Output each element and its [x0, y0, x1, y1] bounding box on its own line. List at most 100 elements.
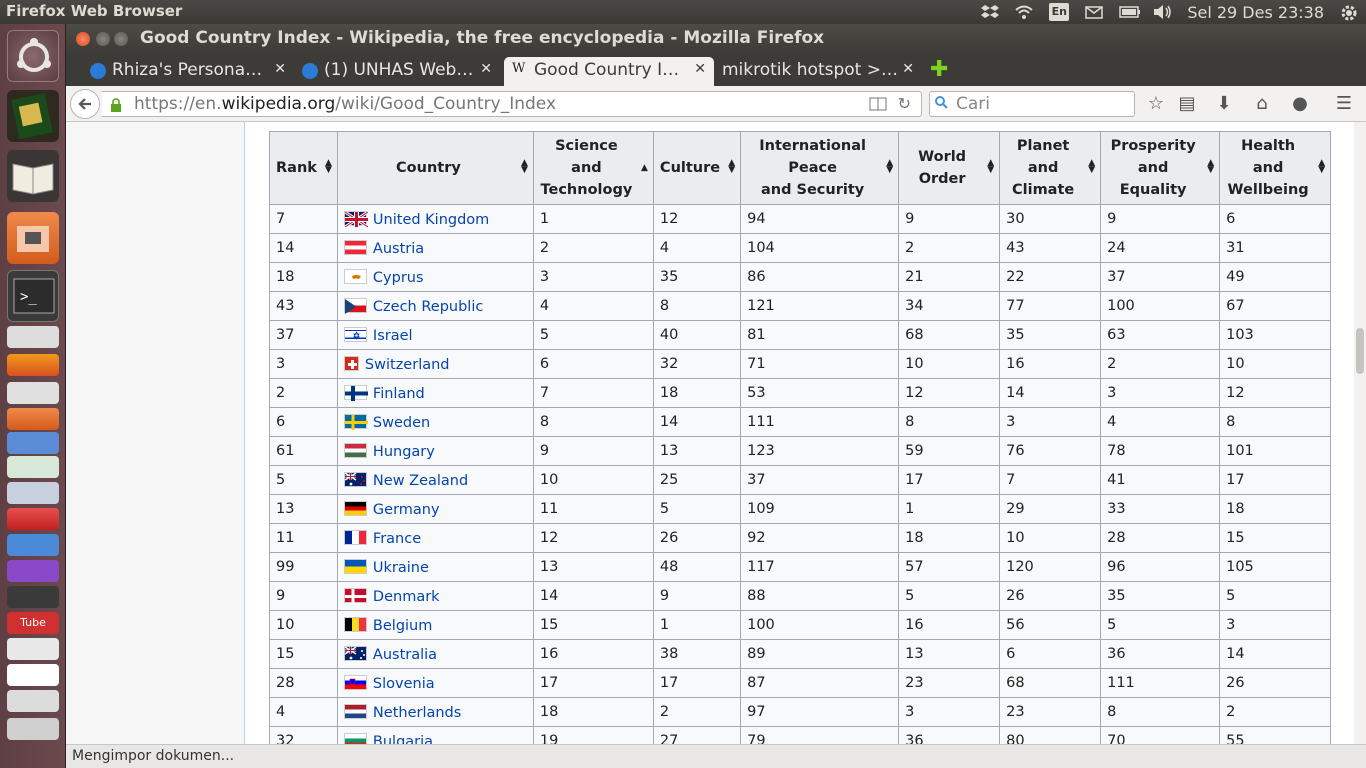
indicator-area: En Sel 29 Des 23:38 — [981, 2, 1358, 22]
trash-icon[interactable] — [7, 718, 59, 740]
clock[interactable]: Sel 29 Des 23:38 — [1187, 3, 1324, 22]
country-link[interactable]: Australia — [373, 647, 437, 663]
back-button[interactable] — [70, 89, 100, 119]
country-link[interactable]: New Zealand — [373, 473, 468, 489]
download-icon[interactable]: ⬇ — [1214, 94, 1234, 114]
url-path: /wiki/Good_Country_Index — [335, 94, 557, 114]
country-link[interactable]: Czech Republic — [373, 299, 483, 315]
volume-icon[interactable] — [1153, 4, 1172, 20]
tab-good-country-index[interactable]: W Good Country I… ✕ — [504, 57, 714, 86]
tab-unhas[interactable]: (1) UNHAS Web… ✕ — [294, 57, 500, 86]
country-link[interactable]: Belgium — [373, 618, 432, 634]
status-text: Mengimpor dokumen... — [72, 748, 235, 764]
spreadsheet-icon[interactable] — [7, 456, 59, 478]
sort-icon[interactable]: ▲ ▼ — [325, 159, 332, 175]
app-icon-purple[interactable] — [7, 560, 59, 582]
chat-icon[interactable]: ● — [1290, 94, 1310, 114]
search-input[interactable]: Cari — [929, 91, 1135, 117]
battery-icon[interactable] — [1119, 4, 1141, 20]
dash-home-button[interactable] — [7, 30, 59, 82]
app-icon-grey[interactable] — [7, 638, 59, 660]
country-link[interactable]: Ukraine — [373, 560, 429, 576]
tab-mikrotik[interactable]: mikrotik hotspot >… ✕ — [712, 57, 922, 86]
sort-icon[interactable]: ▲ ▼ — [1207, 159, 1214, 175]
country-link[interactable]: United Kingdom — [373, 212, 489, 228]
reading-list-icon[interactable]: ▤ — [1177, 94, 1197, 114]
drive-icon[interactable] — [7, 690, 59, 712]
home-icon[interactable]: ⌂ — [1252, 94, 1272, 114]
close-icon[interactable]: ✕ — [694, 61, 706, 77]
youtube-icon[interactable]: Tube — [7, 612, 59, 634]
camera-app-icon[interactable] — [7, 664, 59, 686]
country-link[interactable]: Sweden — [373, 415, 430, 431]
column-header[interactable]: International Peace and Security ▲ ▼ — [740, 131, 900, 205]
country-link[interactable]: Germany — [373, 502, 440, 518]
screenshot-tool-icon[interactable] — [7, 432, 59, 454]
files-icon[interactable] — [7, 212, 59, 264]
close-icon[interactable]: ✕ — [902, 61, 914, 77]
column-header[interactable]: Health and Wellbeing ▲ ▼ — [1219, 131, 1332, 205]
close-icon[interactable]: ✕ — [480, 61, 492, 77]
sort-icon[interactable]: ▲ ▼ — [1318, 159, 1325, 175]
country-link[interactable]: Netherlands — [373, 705, 461, 721]
table-row: 99 Ukraine 13 48 117 57 120 96 105 — [269, 552, 1332, 582]
keyboard-layout-indicator[interactable]: En — [1049, 3, 1070, 21]
country-link[interactable]: Denmark — [373, 589, 440, 605]
sort-icon[interactable]: ▲ ▼ — [1088, 159, 1095, 175]
table-row: 9 Denmark 14 9 88 5 26 35 5 — [269, 581, 1332, 611]
tab-rhiza[interactable]: Rhiza's Persona… ✕ — [82, 57, 294, 86]
sci-cell: 15 — [532, 610, 654, 640]
new-tab-plus-icon[interactable]: ✚ — [930, 57, 948, 82]
software-center-icon[interactable] — [7, 382, 59, 404]
column-header[interactable]: Planet and Climate ▲ ▼ — [999, 131, 1102, 205]
country-link[interactable]: Cyprus — [373, 270, 424, 286]
app-icon-blue[interactable] — [7, 534, 59, 556]
terminal-icon[interactable]: >_ — [7, 270, 59, 322]
column-header[interactable]: Science and Technology ▲ — [532, 131, 654, 205]
search-engine-icon[interactable] — [934, 95, 952, 116]
menu-icon[interactable]: ☰ — [1334, 94, 1354, 114]
country-link[interactable]: Hungary — [373, 444, 435, 460]
sort-icon[interactable]: ▲ ▼ — [886, 159, 893, 175]
quran-app-icon[interactable] — [7, 90, 59, 142]
bookmark-star-icon[interactable]: ☆ — [1146, 94, 1166, 114]
text-editor-icon[interactable] — [7, 326, 59, 348]
country-link[interactable]: Austria — [373, 241, 424, 257]
window-maximize-button[interactable] — [114, 32, 128, 46]
sort-ascending-icon[interactable]: ▲ — [641, 164, 648, 173]
country-link[interactable]: Finland — [373, 386, 425, 402]
column-header[interactable]: Prosperity and Equality ▲ ▼ — [1100, 131, 1221, 205]
country-link[interactable]: Switzerland — [365, 357, 450, 373]
column-header[interactable]: Culture ▲ ▼ — [652, 131, 742, 205]
dropbox-icon[interactable] — [981, 4, 1000, 20]
archive-icon[interactable] — [7, 408, 59, 430]
presentation-icon[interactable] — [7, 482, 59, 504]
wifi-icon[interactable] — [1015, 4, 1033, 20]
mail-icon[interactable] — [1085, 4, 1104, 20]
country-link[interactable]: France — [373, 531, 421, 547]
page-scrollbar[interactable] — [1354, 122, 1366, 744]
country-link[interactable]: Slovenia — [373, 676, 435, 692]
rank-cell: 11 — [269, 523, 338, 553]
pdf-tool-icon[interactable] — [7, 508, 59, 530]
country-link[interactable]: Israel — [373, 328, 413, 344]
reload-icon[interactable]: ↻ — [898, 94, 911, 113]
reader-view-icon[interactable] — [869, 96, 887, 116]
scrollbar-thumb[interactable] — [1356, 328, 1364, 374]
column-header[interactable]: Rank ▲ ▼ — [269, 131, 338, 205]
firefox-icon[interactable] — [7, 354, 59, 376]
sort-icon[interactable]: ▲ ▼ — [521, 159, 528, 175]
sci-cell: 11 — [532, 494, 654, 524]
window-minimize-button[interactable] — [96, 32, 110, 46]
media-player-icon[interactable] — [7, 586, 59, 608]
window-close-button[interactable] — [76, 32, 90, 46]
column-header[interactable]: World Order ▲ ▼ — [898, 131, 1001, 205]
sort-icon[interactable]: ▲ ▼ — [987, 159, 994, 175]
column-header[interactable]: Country ▲ ▼ — [336, 131, 534, 205]
gear-icon[interactable] — [1340, 4, 1358, 21]
ebook-reader-icon[interactable] — [7, 150, 59, 202]
url-bar[interactable]: https://en.wikipedia.org/wiki/Good_Count… — [102, 91, 922, 117]
country-link[interactable]: Bulgaria — [373, 734, 433, 745]
sort-icon[interactable]: ▲ ▼ — [728, 159, 735, 175]
close-icon[interactable]: ✕ — [274, 61, 286, 77]
